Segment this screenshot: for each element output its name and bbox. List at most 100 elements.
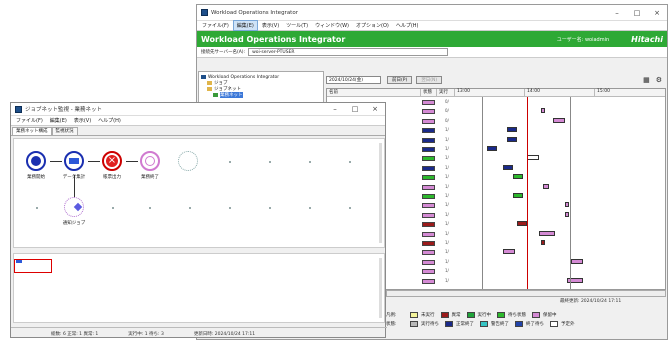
menu-view[interactable]: 表示(V) — [71, 116, 94, 125]
overview-pane — [13, 253, 385, 323]
schedule-bar[interactable] — [517, 221, 527, 227]
address-bar: 接続先サーバー名(A): woi-server-PTUSER — [197, 47, 667, 58]
menu-file[interactable]: ファイル(F) — [199, 21, 232, 30]
legend-swatch — [466, 311, 475, 318]
col-name[interactable]: 名前 — [327, 89, 421, 96]
minimize-button[interactable]: – — [325, 105, 345, 113]
exec-cell: 1/ — [445, 240, 449, 245]
legend-label: 実行待ち — [421, 321, 439, 327]
legend-swatch — [410, 311, 418, 318]
exec-cell: 1/ — [445, 230, 449, 236]
schedule-bar[interactable] — [565, 202, 569, 208]
date-dropdown[interactable]: 2024/10/24(金) — [326, 76, 381, 84]
banner-title: Workload Operations Integrator — [201, 34, 346, 44]
menu-edit[interactable]: 編集(E) — [232, 20, 258, 31]
menu-help[interactable]: ヘルプ(H) — [95, 116, 124, 125]
grid-dot — [269, 161, 271, 163]
main-titlebar[interactable]: Workload Operations Integrator – □ × — [197, 5, 667, 21]
schedule-bar[interactable] — [553, 117, 565, 123]
last-updated: 最終更新: 2024/10/24 17:11 — [560, 299, 622, 304]
horizontal-scrollbar[interactable] — [386, 290, 666, 297]
settings-icon[interactable]: ⚙ — [656, 76, 662, 84]
legend-swatch — [440, 311, 449, 318]
menu-window[interactable]: ウィンドウ(W) — [312, 21, 352, 30]
menu-file[interactable]: ファイル(F) — [13, 116, 46, 125]
schedule-bar[interactable] — [503, 249, 515, 255]
schedule-bar[interactable] — [487, 146, 497, 151]
status-cell — [422, 118, 435, 124]
start-node-icon[interactable] — [26, 151, 46, 171]
status-updated: 更新日時: 2024/10/24 17:11 — [193, 331, 256, 337]
notify-node-icon[interactable] — [64, 197, 84, 217]
schedule-bar[interactable] — [513, 174, 523, 180]
grid-dot — [36, 207, 38, 209]
menu-view[interactable]: 表示(V) — [259, 21, 282, 30]
col-status[interactable]: 状態 — [421, 89, 437, 96]
address-label: 接続先サーバー名(A): — [201, 50, 246, 55]
node-label-notify: 通知ジョブ — [62, 221, 86, 226]
col-time-1: 13:00 — [455, 89, 525, 96]
col-exec[interactable]: 実行 — [437, 89, 455, 96]
jobnet-icon — [213, 93, 218, 97]
status-cell — [422, 100, 435, 105]
exec-cell: 1/ — [445, 202, 449, 208]
exec-cell: 0/ — [445, 117, 449, 123]
schedule-bar[interactable] — [527, 155, 539, 161]
status-cell — [422, 194, 435, 199]
exec-cell: 1/ — [445, 211, 449, 217]
schedule-bar[interactable] — [539, 230, 555, 236]
schedule-bar[interactable] — [543, 183, 549, 189]
exec-cell: 1/ — [445, 174, 449, 180]
status-cell — [422, 175, 435, 181]
legend-swatch — [445, 320, 453, 327]
main-menubar: ファイル(F) 編集(E) 表示(V) ツール(T) ウィンドウ(W) オプショ… — [197, 20, 667, 31]
maximize-button[interactable]: □ — [345, 105, 365, 113]
grid-dot — [349, 161, 351, 163]
time-gridline — [570, 97, 571, 289]
schedule-bar[interactable] — [507, 136, 517, 142]
pending-node-icon[interactable] — [178, 151, 198, 171]
jobnet-canvas[interactable]: 業務開始 データ集計 × 帳票出力 業務終了 通知ジョブ — [13, 138, 385, 248]
close-button[interactable]: × — [647, 9, 667, 17]
minimize-button[interactable]: – — [607, 9, 627, 17]
address-input[interactable]: woi-server-PTUSER — [248, 48, 449, 56]
tab-monitor[interactable]: 監視状況 — [51, 127, 78, 135]
job-error-icon[interactable]: × — [102, 151, 122, 171]
vertical-scrollbar[interactable] — [379, 258, 382, 318]
folder-icon — [207, 81, 212, 85]
exec-cell: 1/ — [445, 193, 449, 198]
exec-cell: 1/ — [445, 155, 449, 161]
menu-tools[interactable]: ツール(T) — [283, 21, 311, 30]
schedule-bar[interactable] — [541, 108, 545, 114]
tab-structure[interactable]: 業務ネット構成 — [12, 127, 52, 135]
legend-item: 異常 — [440, 311, 461, 318]
schedule-bar[interactable] — [507, 127, 517, 133]
menu-edit[interactable]: 編集(E) — [47, 116, 70, 125]
exec-cell: 1/ — [445, 249, 449, 255]
schedule-bar[interactable] — [541, 240, 545, 245]
schedule-bar[interactable] — [565, 211, 569, 217]
vendor-logo: Hitachi — [631, 34, 663, 44]
end-node-icon[interactable] — [140, 151, 160, 171]
folder-icon — [207, 87, 212, 91]
menu-options[interactable]: オプション(O) — [353, 21, 392, 30]
vertical-scrollbar[interactable] — [379, 143, 382, 243]
schedule-bar[interactable] — [571, 258, 583, 264]
job-running-icon[interactable] — [64, 151, 84, 171]
status-cell — [422, 184, 435, 190]
legend-label: 予定外 — [561, 321, 575, 327]
menu-help[interactable]: ヘルプ(H) — [393, 21, 422, 30]
schedule-bar[interactable] — [513, 193, 523, 198]
next-day-button[interactable]: 翌日(N) — [416, 76, 443, 84]
grid-dot — [189, 207, 191, 209]
prev-day-button[interactable]: 前日(P) — [387, 76, 413, 84]
sub-titlebar[interactable]: ジョブネット監視 - 業務ネット – □ × — [11, 103, 385, 116]
schedule-bar[interactable] — [503, 164, 513, 170]
legend-row-2: 状態: 実行待ち 正常終了 警告終了 終了待ち 予定外 — [386, 320, 575, 327]
status-cell — [422, 222, 435, 228]
maximize-button[interactable]: □ — [627, 9, 647, 17]
close-button[interactable]: × — [365, 105, 385, 113]
grid-view-icon[interactable]: ▦ — [643, 76, 650, 84]
legend-item: 正常終了 — [445, 320, 474, 327]
tree-item-selected[interactable]: 業務ネット — [201, 92, 321, 98]
